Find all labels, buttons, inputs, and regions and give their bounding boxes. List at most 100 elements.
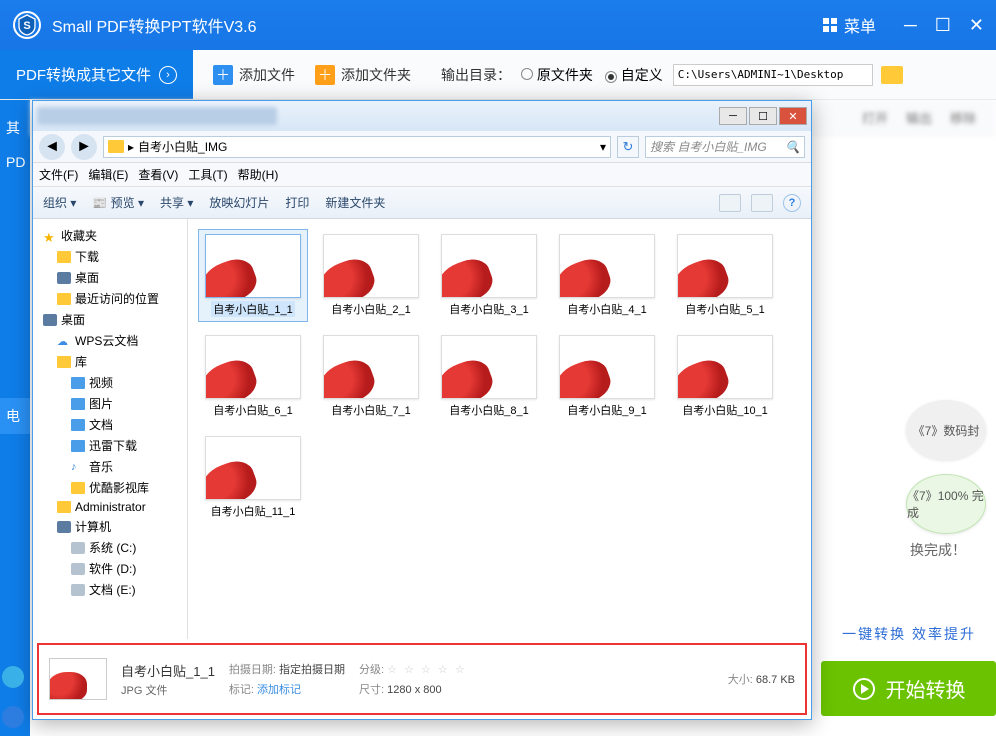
- file-item[interactable]: 自考小白贴_10_1: [670, 330, 780, 423]
- folder-icon: [71, 482, 85, 494]
- file-label: 自考小白贴_8_1: [449, 402, 528, 418]
- search-input[interactable]: 搜索 自考小白贴_IMG 🔍: [645, 136, 805, 158]
- file-label: 自考小白贴_7_1: [331, 402, 410, 418]
- complete-text: 换完成！: [910, 540, 966, 560]
- tree-item[interactable]: 下载: [35, 246, 185, 267]
- tree-item[interactable]: 软件 (D:): [35, 558, 185, 579]
- promo-link[interactable]: 一键转换 效率提升: [842, 624, 976, 644]
- file-grid: 自考小白贴_1_1自考小白贴_2_1自考小白贴_3_1自考小白贴_4_1自考小白…: [188, 219, 811, 639]
- tree-item[interactable]: 优酷影视库: [35, 477, 185, 498]
- thumbnail: [559, 234, 655, 298]
- file-item[interactable]: 自考小白贴_5_1: [670, 229, 780, 322]
- tree-item[interactable]: 文档 (E:): [35, 579, 185, 600]
- tree-item[interactable]: 图片: [35, 393, 185, 414]
- tree-item[interactable]: ★收藏夹: [35, 225, 185, 246]
- file-item[interactable]: 自考小白贴_4_1: [552, 229, 662, 322]
- file-item[interactable]: 自考小白贴_2_1: [316, 229, 426, 322]
- thumbnail: [441, 335, 537, 399]
- file-item[interactable]: 自考小白贴_6_1: [198, 330, 308, 423]
- close-button[interactable]: ✕: [969, 16, 984, 34]
- view-mode-button[interactable]: [719, 194, 741, 212]
- menu-button[interactable]: 菜单: [822, 13, 876, 37]
- menu-edit[interactable]: 编辑(E): [88, 166, 128, 183]
- maximize-button[interactable]: ☐: [935, 16, 951, 34]
- sidebar-tab-1[interactable]: 其: [0, 110, 30, 146]
- monitor-icon: [57, 521, 71, 533]
- file-item[interactable]: 自考小白贴_11_1: [198, 431, 308, 524]
- file-item[interactable]: 自考小白贴_9_1: [552, 330, 662, 423]
- blue-icon: [71, 398, 85, 410]
- open-action[interactable]: 打开: [862, 108, 888, 127]
- tree-item[interactable]: ☁WPS云文档: [35, 330, 185, 351]
- start-convert-button[interactable]: 开始转换: [821, 661, 996, 716]
- menu-view[interactable]: 查看(V): [138, 166, 178, 183]
- detail-date[interactable]: 指定拍摄日期: [279, 664, 345, 676]
- preview-pane-button[interactable]: [751, 194, 773, 212]
- radio-custom-folder[interactable]: 自定义: [605, 65, 663, 85]
- detail-tag[interactable]: 添加标记: [257, 684, 301, 696]
- monitor-icon: [57, 272, 71, 284]
- share-button[interactable]: 共享 ▾: [160, 194, 193, 211]
- taskbar-icon-2[interactable]: [2, 706, 24, 728]
- sidebar-tab-2[interactable]: PD: [0, 146, 30, 178]
- file-item[interactable]: 自考小白贴_3_1: [434, 229, 544, 322]
- folder-icon: [108, 140, 124, 153]
- tree-item[interactable]: 计算机: [35, 516, 185, 537]
- help-icon[interactable]: ?: [783, 194, 801, 212]
- output-path-input[interactable]: [673, 64, 873, 86]
- left-sidebar: 其 PD 电: [0, 100, 30, 736]
- tree-item[interactable]: 桌面: [35, 309, 185, 330]
- blue-icon: [71, 440, 85, 452]
- nav-back-button[interactable]: ◄: [39, 134, 65, 160]
- dialog-titlebar[interactable]: ─ ☐ ✕: [33, 101, 811, 131]
- file-item[interactable]: 自考小白贴_7_1: [316, 330, 426, 423]
- tab-label: PDF转换成其它文件: [16, 64, 151, 85]
- tree-item[interactable]: 系统 (C:): [35, 537, 185, 558]
- tree-item[interactable]: ♪音乐: [35, 456, 185, 477]
- add-folder-button[interactable]: ＋ 添加文件夹: [315, 65, 411, 85]
- folder-icon: [57, 501, 71, 513]
- radio-original-folder[interactable]: 原文件夹: [521, 65, 593, 85]
- file-label: 自考小白贴_10_1: [682, 402, 768, 418]
- tree-item[interactable]: 库: [35, 351, 185, 372]
- dialog-maximize-button[interactable]: ☐: [749, 107, 777, 125]
- nav-forward-button[interactable]: ►: [71, 134, 97, 160]
- tree-item[interactable]: 文档: [35, 414, 185, 435]
- remove-action[interactable]: 移除: [950, 108, 976, 127]
- detail-thumbnail: [49, 658, 107, 700]
- minimize-button[interactable]: ─: [904, 16, 917, 34]
- menu-help[interactable]: 帮助(H): [238, 166, 279, 183]
- sidebar-tab-3[interactable]: 电: [0, 398, 30, 434]
- new-folder-button[interactable]: 新建文件夹: [325, 194, 385, 211]
- menu-label: 菜单: [844, 13, 876, 37]
- tree-item[interactable]: Administrator: [35, 498, 185, 516]
- thumbnail: [441, 234, 537, 298]
- preview-button[interactable]: 📰 预览 ▾: [92, 194, 144, 211]
- file-label: 自考小白贴_3_1: [449, 301, 528, 317]
- organize-button[interactable]: 组织 ▾: [43, 194, 76, 211]
- main-toolbar: PDF转换成其它文件 › ＋ 添加文件 ＋ 添加文件夹 输出目录： 原文件夹 自…: [0, 50, 996, 100]
- taskbar-icon-1[interactable]: [2, 666, 24, 688]
- tab-pdf-convert[interactable]: PDF转换成其它文件 ›: [0, 50, 193, 99]
- add-file-button[interactable]: ＋ 添加文件: [213, 65, 295, 85]
- file-item[interactable]: 自考小白贴_1_1: [198, 229, 308, 322]
- rating-stars[interactable]: ☆ ☆ ☆ ☆ ☆: [387, 664, 467, 676]
- breadcrumb[interactable]: ▸ 自考小白贴_IMG ▾: [103, 136, 611, 158]
- menu-tools[interactable]: 工具(T): [188, 166, 227, 183]
- tree-item[interactable]: 桌面: [35, 267, 185, 288]
- file-label: 自考小白贴_11_1: [211, 503, 296, 519]
- output-action[interactable]: 输出: [906, 108, 932, 127]
- tree-item[interactable]: 视频: [35, 372, 185, 393]
- dialog-close-button[interactable]: ✕: [779, 107, 807, 125]
- print-button[interactable]: 打印: [285, 194, 309, 211]
- file-label: 自考小白贴_5_1: [685, 301, 764, 317]
- slideshow-button[interactable]: 放映幻灯片: [209, 194, 269, 211]
- file-item[interactable]: 自考小白贴_8_1: [434, 330, 544, 423]
- browse-folder-icon[interactable]: [881, 66, 903, 84]
- thumbnail: [323, 234, 419, 298]
- dialog-minimize-button[interactable]: ─: [719, 107, 747, 125]
- tree-item[interactable]: 迅雷下载: [35, 435, 185, 456]
- tree-item[interactable]: 最近访问的位置: [35, 288, 185, 309]
- menu-file[interactable]: 文件(F): [39, 166, 78, 183]
- refresh-button[interactable]: ↻: [617, 136, 639, 158]
